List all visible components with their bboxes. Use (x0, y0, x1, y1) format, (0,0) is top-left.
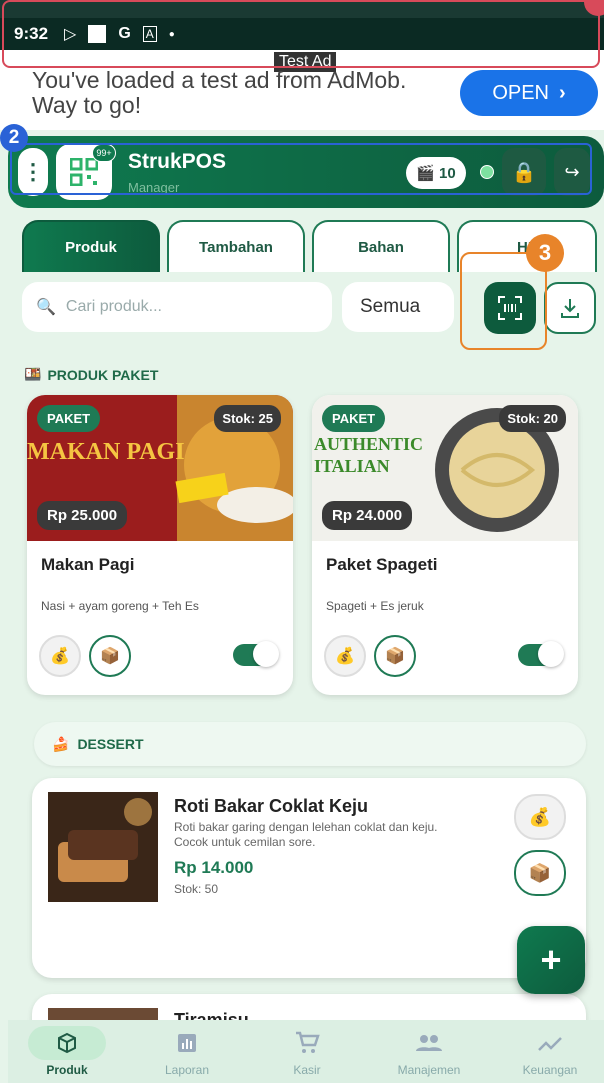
nav-label: Laporan (164, 1063, 210, 1077)
tab-tambahan[interactable]: Tambahan (167, 220, 305, 272)
bento-icon: 🍱 (24, 366, 42, 382)
download-icon (561, 299, 579, 318)
active-toggle[interactable] (518, 641, 564, 667)
item-desc: Roti bakar garing dengan lelehan coklat … (174, 820, 438, 849)
nav-kasir[interactable]: Kasir (252, 1020, 362, 1083)
ad-open-label: OPEN (492, 81, 549, 104)
paket-badge: PAKET (37, 405, 101, 432)
chart-icon (148, 1026, 226, 1060)
active-toggle[interactable] (233, 641, 279, 667)
package-button[interactable]: 📦 (514, 850, 566, 896)
bottom-navigation: Produk Laporan Kasir Manajemen Keuangan (8, 1020, 604, 1083)
product-image-caption: AUTHENTIC ITALIAN (314, 434, 424, 476)
filter-select[interactable]: Semua (342, 282, 454, 332)
section-produk-paket: 🍱 PRODUK PAKET (24, 366, 158, 383)
item-name: Roti Bakar Coklat Keju (174, 796, 369, 816)
add-product-button[interactable]: + (517, 926, 585, 994)
price-tag: Rp 24.000 (322, 501, 413, 530)
product-name: Paket Spageti (326, 555, 438, 574)
product-card[interactable]: AUTHENTIC ITALIAN PAKET Stok: 20 Rp 24.0… (312, 395, 578, 695)
annotation-badge-2: 2 (0, 124, 28, 152)
cake-icon: 🍰 (52, 735, 70, 752)
trend-icon (511, 1026, 589, 1060)
tab-bahan[interactable]: Bahan (312, 220, 450, 272)
people-icon (390, 1026, 468, 1060)
nav-label: Kasir (293, 1063, 321, 1077)
nav-keuangan[interactable]: Keuangan (495, 1020, 604, 1083)
section-dessert: 🍰 DESSERT (34, 722, 586, 766)
download-button[interactable] (544, 282, 596, 334)
price-tag: Rp 25.000 (37, 501, 128, 530)
item-price: Rp 14.000 (174, 858, 254, 877)
item-stock: Stok: 50 (174, 882, 219, 896)
package-icon: 📦 (528, 862, 552, 883)
search-input[interactable]: 🔍 Cari produk... (22, 282, 332, 332)
stock-badge: Stok: 25 (214, 405, 281, 432)
paket-badge: PAKET (322, 405, 386, 432)
nav-label: Manajemen (397, 1063, 461, 1077)
package-icon: 📦 (100, 648, 120, 665)
money-bag-icon: 💰 (50, 648, 70, 665)
nav-produk[interactable]: Produk (12, 1020, 122, 1083)
item-thumbnail (48, 792, 158, 902)
product-desc: Nasi + ayam goreng + Teh Es (41, 599, 199, 613)
ad-text: You've loaded a test ad from AdMob. Way … (32, 67, 407, 118)
money-bag-button[interactable]: 💰 (514, 794, 566, 840)
product-image-caption: MAKAN PAGI (27, 439, 185, 465)
product-desc: Spageti + Es jeruk (326, 599, 424, 613)
tab-produk[interactable]: Produk (22, 220, 160, 272)
chevron-right-icon: › (559, 81, 566, 104)
money-bag-icon: 💰 (335, 648, 355, 665)
annotation-box-1 (2, 0, 600, 68)
section-produk-paket-label: PRODUK PAKET (47, 366, 159, 383)
money-bag-icon: 💰 (528, 806, 552, 827)
section-dessert-label: DESSERT (77, 736, 144, 752)
nav-manajemen[interactable]: Manajemen (374, 1020, 484, 1083)
ad-open-button[interactable]: OPEN › (460, 70, 598, 116)
box-icon (28, 1026, 106, 1060)
cart-icon (268, 1026, 346, 1060)
money-bag-button[interactable]: 💰 (324, 635, 366, 677)
list-item[interactable]: Roti Bakar Coklat Keju Roti bakar garing… (32, 778, 586, 978)
nav-laporan[interactable]: Laporan (132, 1020, 242, 1083)
package-button[interactable]: 📦 (89, 635, 131, 677)
product-name: Makan Pagi (41, 555, 135, 574)
annotation-box-2 (10, 143, 592, 195)
product-card[interactable]: MAKAN PAGI PAKET Stok: 25 Rp 25.000 Maka… (27, 395, 293, 695)
package-icon: 📦 (385, 648, 405, 665)
search-placeholder: Cari produk... (65, 298, 162, 315)
annotation-badge-3: 3 (526, 234, 564, 272)
money-bag-button[interactable]: 💰 (39, 635, 81, 677)
nav-label: Produk (46, 1063, 88, 1077)
stock-badge: Stok: 20 (499, 405, 566, 432)
search-icon: 🔍 (36, 299, 56, 316)
nav-label: Keuangan (522, 1063, 578, 1077)
package-button[interactable]: 📦 (374, 635, 416, 677)
